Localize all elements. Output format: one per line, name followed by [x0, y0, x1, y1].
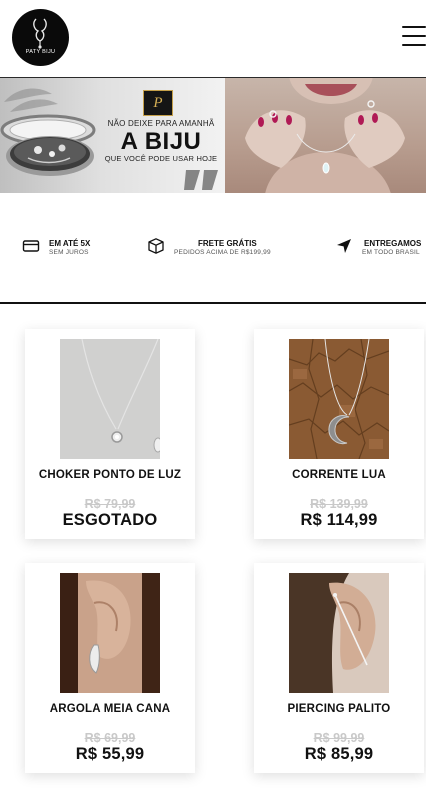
product-photo	[289, 339, 389, 459]
product-card[interactable]: PIERCING PALITO R$ 99,99 R$ 85,99	[254, 563, 424, 773]
hero-banner[interactable]: P NÃO DEIXE PARA AMANHÃ A BIJU QUE VOCÊ …	[0, 77, 426, 193]
credit-card-icon	[22, 240, 40, 252]
product-price: ESGOTADO	[62, 511, 158, 529]
feature-subtitle: PEDIDOS ACIMA DE R$199,99	[174, 249, 271, 256]
product-price: R$ 85,99	[304, 745, 374, 763]
feature-free-shipping: FRETE GRÁTIS PEDIDOS ACIMA DE R$199,99	[147, 237, 287, 261]
feature-nationwide-delivery: ENTREGAMOS EM TODO BRASIL	[335, 237, 426, 261]
product-price: R$ 55,99	[75, 745, 145, 763]
product-image[interactable]	[60, 573, 160, 693]
product-old-price: R$ 139,99	[310, 497, 368, 511]
menu-bar-icon	[402, 44, 426, 46]
product-image[interactable]	[60, 339, 160, 459]
features-strip: EM ATÉ 5X SEM JUROS FRETE GRÁTIS PEDIDOS…	[0, 193, 426, 303]
product-photo	[60, 339, 160, 459]
product-name[interactable]: PIERCING PALITO	[254, 703, 424, 715]
menu-bar-icon	[402, 26, 426, 28]
product-card[interactable]: CORRENTE LUA R$ 139,99 R$ 114,99	[254, 329, 424, 539]
product-photo	[60, 573, 160, 693]
product-name[interactable]: CHOKER PONTO DE LUZ	[25, 469, 195, 481]
feature-subtitle: SEM JUROS	[49, 249, 89, 256]
brand-logo[interactable]: PATY BIJU	[12, 9, 69, 66]
brand-badge-letter: P	[153, 95, 163, 111]
banner-headline-bottom: QUE VOCÊ PODE USAR HOJE	[104, 154, 218, 163]
product-old-price: R$ 69,99	[84, 731, 136, 745]
product-old-price: R$ 79,99	[84, 497, 136, 511]
feature-installments: EM ATÉ 5X SEM JUROS	[22, 237, 112, 261]
feature-subtitle: EM TODO BRASIL	[362, 249, 420, 256]
hamburger-menu-button[interactable]	[400, 24, 426, 48]
product-name[interactable]: CORRENTE LUA	[254, 469, 424, 481]
banner-headline-top: NÃO DEIXE PARA AMANHÃ	[107, 119, 215, 128]
product-card[interactable]: CHOKER PONTO DE LUZ R$ 79,99 ESGOTADO	[25, 329, 195, 539]
banner-model-photo	[225, 78, 426, 193]
send-icon	[337, 239, 351, 253]
feature-title: FRETE GRÁTIS	[198, 239, 257, 248]
product-price: R$ 114,99	[300, 511, 378, 529]
product-photo	[289, 573, 389, 693]
product-old-price: R$ 99,99	[313, 731, 365, 745]
product-name[interactable]: ARGOLA MEIA CANA	[25, 703, 195, 715]
feature-title: EM ATÉ 5X	[49, 239, 91, 248]
logo-emblem-icon	[33, 18, 47, 49]
product-image[interactable]	[289, 573, 389, 693]
banner-left-panel: P NÃO DEIXE PARA AMANHÃ A BIJU QUE VOCÊ …	[0, 78, 225, 193]
menu-bar-icon	[402, 35, 426, 37]
banner-headline-main: A BIJU	[120, 128, 202, 155]
feature-title: ENTREGAMOS	[364, 239, 422, 248]
brand-badge: P	[143, 90, 173, 116]
box-icon	[148, 238, 164, 254]
product-grid: CHOKER PONTO DE LUZ R$ 79,99 ESGOTADO CO…	[0, 304, 426, 794]
model-necklace-illustration	[245, 78, 405, 193]
product-image[interactable]	[289, 339, 389, 459]
logo-text: PATY BIJU	[25, 49, 56, 55]
site-header: PATY BIJU	[0, 0, 426, 77]
product-card[interactable]: ARGOLA MEIA CANA R$ 69,99 R$ 55,99	[25, 563, 195, 773]
